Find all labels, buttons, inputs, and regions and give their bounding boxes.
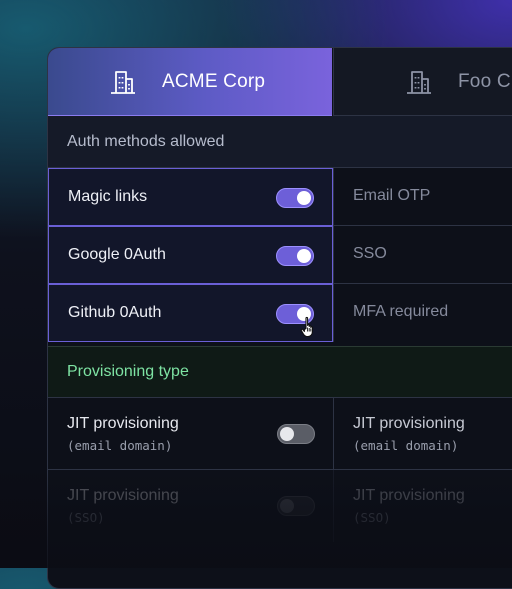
sso-settings-card: ACME Corp Foo C Auth methods allowed Mag… xyxy=(47,47,512,589)
tab-foo-corp[interactable]: Foo C xyxy=(333,48,512,116)
provisioning-type-heading: Provisioning type xyxy=(48,346,512,398)
toggle-knob xyxy=(280,427,294,441)
provisioning-sublabel: (email domain) xyxy=(67,438,173,453)
provisioning-sublabel: (SSO) xyxy=(67,510,105,525)
toggle-knob xyxy=(297,191,311,205)
provisioning-label: JIT provisioning xyxy=(67,415,179,432)
tab-label: Foo C xyxy=(458,71,511,92)
auth-method-label: Magic links xyxy=(68,188,148,205)
google-oauth-toggle[interactable] xyxy=(276,246,314,266)
jit-sso-toggle[interactable] xyxy=(277,496,315,516)
auth-method-email-otp: Email OTP xyxy=(333,168,512,226)
jit-sso-option: JIT provisioning (SSO) xyxy=(48,470,333,542)
auth-method-label: Github 0Auth xyxy=(68,304,162,321)
provisioning-label: JIT provisioning xyxy=(353,487,465,504)
auth-method-mfa-required: MFA required xyxy=(333,284,512,342)
building-icon xyxy=(111,71,135,94)
building-icon xyxy=(407,71,431,94)
org-tabs: ACME Corp Foo C xyxy=(48,48,512,116)
auth-method-google-oauth: Google 0Auth xyxy=(48,226,333,284)
auth-method-sso: SSO xyxy=(333,226,512,284)
jit-sso-option-alt: JIT provisioning (SSO) xyxy=(333,470,512,542)
auth-methods-heading: Auth methods allowed xyxy=(48,116,512,168)
magic-links-toggle[interactable] xyxy=(276,188,314,208)
auth-method-magic-links: Magic links xyxy=(48,168,333,226)
hand-pointer-icon xyxy=(300,316,313,338)
toggle-knob xyxy=(297,249,311,263)
provisioning-sublabel: (email domain) xyxy=(353,438,459,453)
provisioning-sublabel: (SSO) xyxy=(353,510,391,525)
provisioning-label: JIT provisioning xyxy=(67,487,179,504)
tab-label: ACME Corp xyxy=(162,71,266,92)
auth-method-label: SSO xyxy=(353,245,387,262)
provisioning-label: JIT provisioning xyxy=(353,415,465,432)
auth-method-label: MFA required xyxy=(353,303,449,320)
auth-method-github-oauth: Github 0Auth xyxy=(48,284,333,342)
provisioning-row: JIT provisioning (email domain) JIT prov… xyxy=(48,398,512,470)
toggle-knob xyxy=(280,499,294,513)
jit-email-domain-option: JIT provisioning (email domain) xyxy=(48,398,333,470)
provisioning-row: JIT provisioning (SSO) JIT provisioning … xyxy=(48,470,512,542)
tab-acme-corp[interactable]: ACME Corp xyxy=(48,48,332,116)
jit-email-domain-option-alt: JIT provisioning (email domain) xyxy=(333,398,512,470)
jit-email-domain-toggle[interactable] xyxy=(277,424,315,444)
auth-method-label: Google 0Auth xyxy=(68,246,166,263)
auth-method-label: Email OTP xyxy=(353,187,431,204)
